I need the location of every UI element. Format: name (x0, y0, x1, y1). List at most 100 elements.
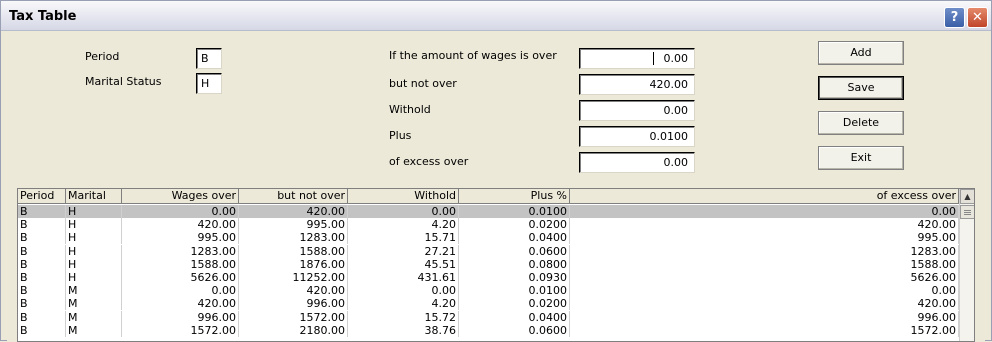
table-row[interactable]: B H 995.00 1283.00 15.71 0.0400 995.00 (18, 231, 959, 245)
close-icon[interactable]: ✕ (967, 7, 988, 28)
not-over-label: but not over (389, 77, 457, 90)
window-title: Tax Table (9, 9, 77, 24)
cell-plus-percent: 0.0400 (459, 231, 570, 245)
cell-withold: 15.72 (348, 310, 459, 324)
cell-wages-over: 420.00 (122, 218, 239, 232)
table-row[interactable]: B H 0.00 420.00 0.00 0.0100 0.00 (18, 205, 959, 218)
table-row[interactable]: B H 420.00 995.00 4.20 0.0200 420.00 (18, 218, 959, 232)
cell-excess-over: 996.00 (570, 310, 959, 324)
cell-excess-over: 0.00 (570, 205, 959, 218)
cell-plus-percent: 0.0200 (459, 218, 570, 232)
cell-but-not-over: 420.00 (239, 205, 348, 218)
cell-but-not-over: 420.00 (239, 284, 348, 298)
column-header-period[interactable]: Period (18, 189, 66, 204)
cell-excess-over: 420.00 (570, 297, 959, 311)
cell-period: B (18, 257, 66, 271)
cell-plus-percent: 0.0930 (459, 271, 570, 284)
add-button[interactable]: Add (818, 41, 904, 65)
cell-but-not-over: 1283.00 (239, 231, 348, 245)
cell-but-not-over: 1876.00 (239, 257, 348, 271)
cell-withold: 4.20 (348, 218, 459, 232)
cell-wages-over: 0.00 (122, 205, 239, 218)
vertical-scrollbar[interactable]: ▲ (959, 189, 974, 341)
cell-but-not-over: 11252.00 (239, 271, 348, 284)
wages-over-value: 0.00 (663, 52, 689, 65)
delete-button[interactable]: Delete (818, 111, 904, 135)
cell-withold: 0.00 (348, 284, 459, 298)
cell-marital: H (66, 205, 122, 218)
table-row[interactable]: B M 996.00 1572.00 15.72 0.0400 996.00 (18, 310, 959, 324)
cell-wages-over: 996.00 (122, 310, 239, 324)
cell-period: B (18, 218, 66, 232)
cell-wages-over: 1588.00 (122, 257, 239, 271)
cell-marital: H (66, 257, 122, 271)
cell-period: B (18, 297, 66, 311)
table-row[interactable]: B H 5626.00 11252.00 431.61 0.0930 5626.00 (18, 271, 959, 284)
tax-table-grid[interactable]: Period Marital Wages over but not over Witho… (17, 188, 975, 342)
cell-wages-over: 420.00 (122, 297, 239, 311)
period-field[interactable]: B (196, 48, 222, 69)
title-bar: Tax Table ? ✕ (1, 1, 991, 31)
cell-withold: 431.61 (348, 271, 459, 284)
column-header-wages-over[interactable]: Wages over (122, 189, 239, 204)
cell-excess-over: 995.00 (570, 231, 959, 245)
not-over-field[interactable]: 420.00 (579, 74, 695, 95)
column-header-but-not-over[interactable]: but not over (239, 189, 348, 204)
marital-status-field[interactable]: H (196, 73, 222, 94)
wages-over-field[interactable]: 0.00 (579, 48, 695, 69)
cell-period: B (18, 323, 66, 337)
cell-plus-percent: 0.0400 (459, 310, 570, 324)
table-row[interactable]: B M 420.00 996.00 4.20 0.0200 420.00 (18, 297, 959, 311)
cell-period: B (18, 231, 66, 245)
cell-marital: H (66, 271, 122, 284)
cell-withold: 45.51 (348, 257, 459, 271)
plus-label: Plus (389, 129, 412, 142)
column-header-excess-over[interactable]: of excess over (570, 189, 959, 204)
cell-excess-over: 0.00 (570, 284, 959, 298)
cell-withold: 4.20 (348, 297, 459, 311)
table-row[interactable]: B H 1588.00 1876.00 45.51 0.0800 1588.00 (18, 257, 959, 271)
wages-over-label: If the amount of wages is over (389, 49, 557, 62)
grid-header: Period Marital Wages over but not over Witho… (18, 189, 959, 204)
table-row[interactable]: B H 1283.00 1588.00 27.21 0.0600 1283.00 (18, 244, 959, 258)
cell-plus-percent: 0.0600 (459, 323, 570, 337)
cell-wages-over: 1283.00 (122, 244, 239, 258)
cell-marital: M (66, 297, 122, 311)
cell-plus-percent: 0.0800 (459, 257, 570, 271)
column-header-plus-percent[interactable]: Plus % (459, 189, 570, 204)
cell-plus-percent: 0.0600 (459, 244, 570, 258)
cell-period: B (18, 284, 66, 298)
table-row[interactable]: B M 1572.00 2180.00 38.76 0.0600 1572.00 (18, 323, 959, 337)
cell-wages-over: 0.00 (122, 284, 239, 298)
period-label: Period (85, 50, 120, 63)
column-header-withold[interactable]: Withold (348, 189, 459, 204)
cell-excess-over: 1572.00 (570, 323, 959, 337)
cell-marital: M (66, 310, 122, 324)
withold-field[interactable]: 0.00 (579, 100, 695, 121)
cell-period: B (18, 310, 66, 324)
table-row[interactable]: B M 0.00 420.00 0.00 0.0100 0.00 (18, 284, 959, 298)
cell-excess-over: 5626.00 (570, 271, 959, 284)
help-icon[interactable]: ? (944, 7, 965, 28)
scroll-thumb[interactable] (960, 205, 974, 219)
plus-field[interactable]: 0.0100 (579, 126, 695, 147)
scroll-up-icon[interactable]: ▲ (960, 189, 974, 204)
cell-wages-over: 5626.00 (122, 271, 239, 284)
excess-over-field[interactable]: 0.00 (579, 152, 695, 173)
cell-period: B (18, 205, 66, 218)
marital-status-label: Marital Status (85, 75, 162, 88)
cell-wages-over: 995.00 (122, 231, 239, 245)
cell-withold: 0.00 (348, 205, 459, 218)
cell-marital: H (66, 218, 122, 232)
cell-wages-over: 1572.00 (122, 323, 239, 337)
save-button[interactable]: Save (818, 76, 904, 100)
excess-over-label: of excess over (389, 155, 469, 168)
cell-withold: 38.76 (348, 323, 459, 337)
cell-marital: M (66, 284, 122, 298)
exit-button[interactable]: Exit (818, 146, 904, 170)
column-header-marital[interactable]: Marital (66, 189, 122, 204)
cell-plus-percent: 0.0200 (459, 297, 570, 311)
form-area: Period B Marital Status H If the amount … (7, 32, 985, 342)
cell-withold: 27.21 (348, 244, 459, 258)
tax-table-window: Tax Table ? ✕ Period B Marital Status H … (0, 0, 992, 342)
